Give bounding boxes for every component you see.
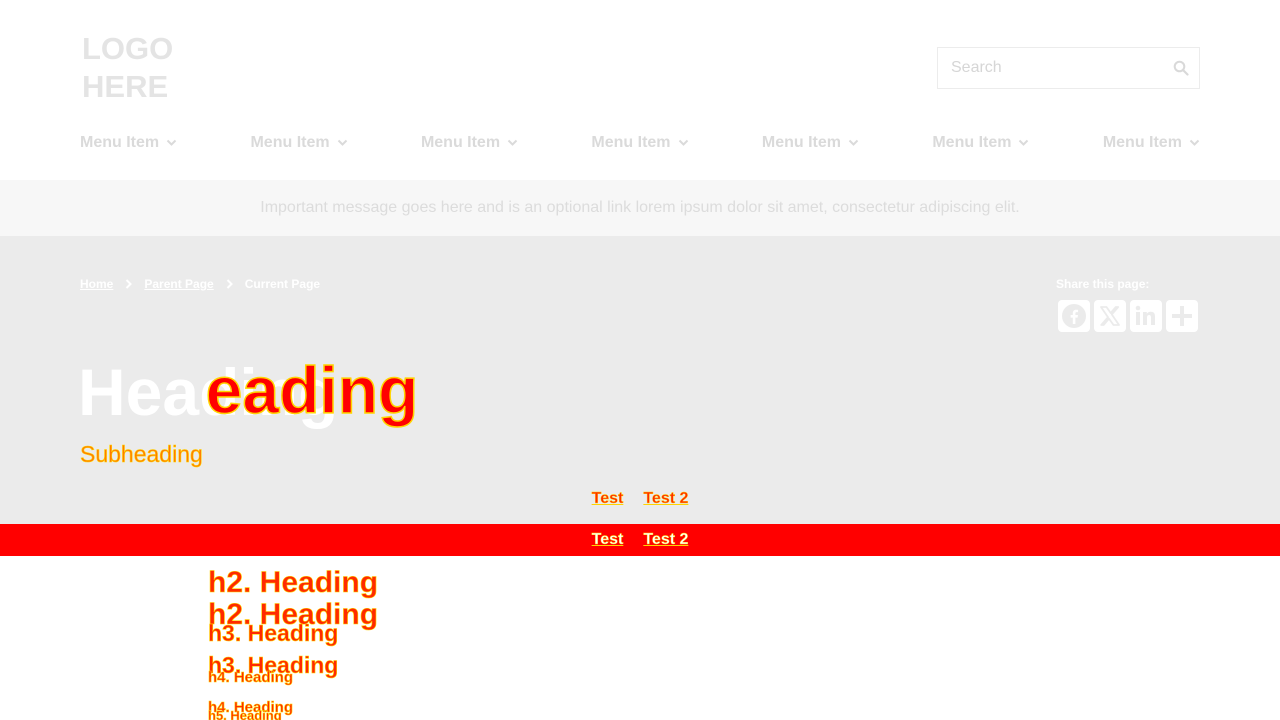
menu-item-label: Menu Item bbox=[1102, 134, 1182, 151]
alert-banner[interactable]: Important message goes here and is an op… bbox=[0, 180, 1280, 236]
page: LOGO HERE Menu Item Menu Item Menu Item … bbox=[0, 0, 1280, 720]
red-link-bar: Test Test 2 bbox=[0, 524, 1280, 556]
h5-heading: h5. Heading bbox=[208, 708, 282, 720]
breadcrumb-current: Current Page bbox=[244, 277, 321, 291]
menu-item-4[interactable]: Menu Item bbox=[591, 132, 688, 154]
chevron-down-icon bbox=[1189, 139, 1200, 146]
linkedin-icon bbox=[1135, 305, 1155, 325]
hero-links: Test Test 2 bbox=[0, 490, 1280, 508]
test-link[interactable]: Test bbox=[591, 490, 623, 508]
menu-item-label: Menu Item bbox=[80, 134, 160, 151]
main-menu: Menu Item Menu Item Menu Item Menu Item … bbox=[80, 132, 1200, 154]
headings-section: h2. Heading h2. Heading h3. Heading h3. … bbox=[208, 556, 1008, 720]
chevron-down-icon bbox=[848, 139, 859, 146]
menu-item-label: Menu Item bbox=[591, 134, 671, 151]
x-share-button[interactable] bbox=[1094, 300, 1126, 332]
menu-item-3[interactable]: Menu Item bbox=[421, 132, 518, 154]
menu-item-label: Menu Item bbox=[761, 134, 841, 151]
alert-text: Important message goes here and is an op… bbox=[260, 199, 1020, 216]
menu-item-6[interactable]: Menu Item bbox=[932, 132, 1029, 154]
facebook-share-button[interactable] bbox=[1058, 300, 1090, 332]
share-label: Share this page: bbox=[1056, 277, 1150, 291]
page-subheading: Subheading bbox=[80, 441, 203, 468]
chevron-down-icon bbox=[337, 139, 347, 146]
plus-icon bbox=[1172, 306, 1192, 326]
logo-line-2: HERE bbox=[82, 69, 169, 104]
chevron-down-icon bbox=[166, 139, 177, 146]
share-buttons bbox=[1058, 300, 1198, 332]
chevron-down-icon bbox=[678, 139, 688, 146]
menu-item-7[interactable]: Menu Item bbox=[1103, 132, 1200, 154]
menu-item-5[interactable]: Menu Item bbox=[762, 132, 859, 154]
h3-heading: h3. Heading bbox=[208, 620, 339, 647]
chevron-right-icon bbox=[126, 279, 133, 289]
chevron-down-icon bbox=[507, 139, 518, 146]
more-share-button[interactable] bbox=[1166, 300, 1198, 332]
search-input[interactable] bbox=[938, 48, 1168, 88]
logo[interactable]: LOGO HERE bbox=[82, 30, 173, 106]
hero-section: Home Parent Page Current Page Share this… bbox=[0, 236, 1280, 524]
breadcrumb: Home Parent Page Current Page bbox=[80, 277, 320, 291]
menu-item-label: Menu Item bbox=[420, 134, 501, 151]
search-icon[interactable] bbox=[1173, 60, 1189, 76]
h4-heading: h4. Heading bbox=[208, 669, 294, 687]
x-icon bbox=[1100, 306, 1120, 326]
linkedin-share-button[interactable] bbox=[1130, 300, 1162, 332]
logo-line-1: LOGO bbox=[82, 31, 174, 66]
test-link[interactable]: Test bbox=[591, 531, 623, 549]
menu-item-label: Menu Item bbox=[250, 134, 330, 151]
breadcrumb-parent-link[interactable]: Parent Page bbox=[144, 277, 213, 291]
menu-item-2[interactable]: Menu Item bbox=[250, 132, 347, 154]
menu-item-1[interactable]: Menu Item bbox=[80, 132, 177, 154]
chevron-right-icon bbox=[226, 279, 233, 289]
search-box bbox=[937, 47, 1200, 89]
facebook-icon bbox=[1062, 304, 1086, 328]
test-2-link[interactable]: Test 2 bbox=[643, 531, 688, 549]
test-2-link[interactable]: Test 2 bbox=[643, 490, 688, 508]
menu-item-label: Menu Item bbox=[932, 134, 1012, 151]
h2-heading: h2. Heading bbox=[208, 566, 379, 600]
breadcrumb-home-link[interactable]: Home bbox=[80, 277, 113, 291]
chevron-down-icon bbox=[1019, 139, 1029, 146]
site-header: LOGO HERE Menu Item Menu Item Menu Item … bbox=[0, 0, 1280, 180]
